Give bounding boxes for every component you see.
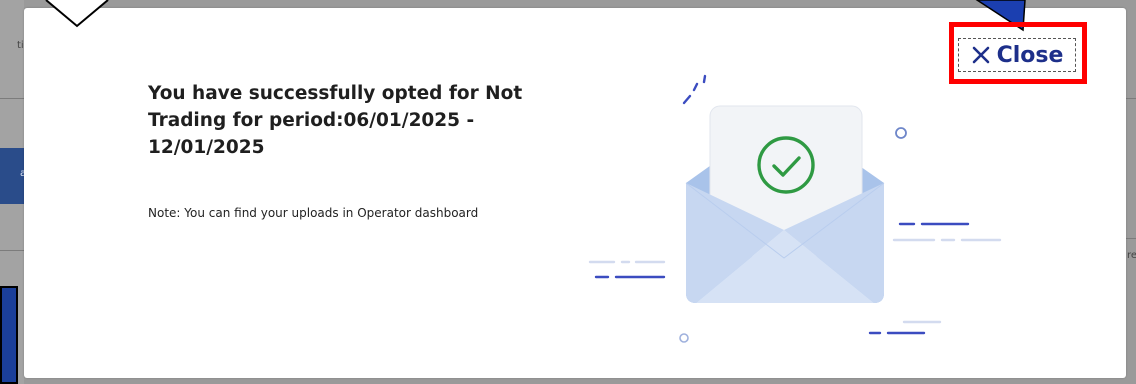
chevron-down-icon	[45, 0, 109, 28]
decor-dashes-right	[892, 222, 1002, 242]
close-button[interactable]: Close	[958, 38, 1076, 72]
background-text: ti	[17, 40, 24, 51]
close-x-icon	[972, 46, 989, 64]
decor-dashes-left	[588, 260, 666, 279]
background-divider	[0, 250, 24, 251]
decor-circle	[679, 333, 689, 343]
decor-dashes-bottom	[868, 320, 942, 335]
background-divider	[0, 98, 24, 99]
background-text: re	[1127, 250, 1136, 261]
background-blue-button	[0, 286, 18, 384]
background-divider	[1126, 98, 1136, 99]
sparkle-lines	[682, 74, 707, 105]
background-divider	[1126, 238, 1136, 239]
close-button-label: Close	[996, 42, 1064, 68]
decor-circle	[895, 127, 907, 139]
